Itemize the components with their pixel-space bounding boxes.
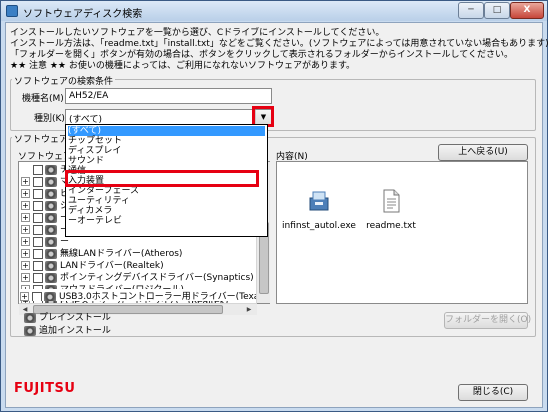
expand-icon[interactable]: + bbox=[21, 225, 30, 234]
search-group-label: ソフトウェアの検索条件 bbox=[12, 74, 116, 87]
model-label: 機種名(M) bbox=[22, 94, 64, 104]
intro-line-4: ★★ 注意 ★★ お使いの機種によっては、ご利用になれないソフトウェアがあります… bbox=[10, 61, 356, 71]
title-bar[interactable]: ソフトウェアディスク検索 ─ □ X bbox=[1, 1, 547, 21]
tree-item[interactable]: + 無線LANドライバー(Atheros) bbox=[21, 248, 182, 260]
up-button[interactable]: 上へ戻る(U) bbox=[438, 144, 528, 161]
dropdown-option[interactable]: ディスプレイ bbox=[68, 146, 121, 156]
checkbox-icon[interactable] bbox=[33, 200, 43, 211]
intro-line-3: 「フォルダーを開く」ボタンが有効の場合は、ボタンをクリックして表示されるフォルダ… bbox=[10, 50, 514, 60]
disc-icon bbox=[45, 188, 57, 199]
tree-item[interactable]: +ビ bbox=[21, 188, 69, 200]
checkbox-icon[interactable] bbox=[33, 212, 43, 223]
disc-icon bbox=[45, 272, 57, 283]
expand-icon[interactable]: + bbox=[21, 261, 30, 270]
expand-icon[interactable]: + bbox=[21, 177, 30, 186]
legend-additional: 追加インストール bbox=[24, 323, 111, 336]
dropdown-option[interactable]: ディカメラ bbox=[68, 206, 112, 216]
disc-icon bbox=[44, 291, 56, 301]
content-panel[interactable]: infinst_autol.exe readme.txt bbox=[276, 161, 528, 304]
file-item[interactable]: readme.txt bbox=[351, 188, 431, 231]
checkbox-icon[interactable] bbox=[33, 188, 43, 199]
disc-icon bbox=[45, 260, 57, 271]
dropdown-option[interactable]: ユーティリティ bbox=[68, 196, 130, 206]
close-window-button[interactable]: X bbox=[510, 2, 544, 19]
expand-icon[interactable]: + bbox=[21, 213, 30, 222]
tree-item[interactable]: +ー bbox=[21, 212, 69, 224]
tree-item[interactable]: + LANドライバー(Realtek) bbox=[21, 260, 164, 272]
legend-preinstall: プレインストール bbox=[24, 310, 111, 323]
expand-icon[interactable]: + bbox=[21, 189, 30, 198]
tree-item[interactable]: +ジ bbox=[21, 200, 69, 212]
dialog-body: インストールしたいソフトウェアを一覧から選び、Cドライブにインストールしてくださ… bbox=[5, 22, 548, 408]
checkbox-icon[interactable] bbox=[33, 272, 43, 283]
tree-item[interactable]: +マ bbox=[21, 176, 69, 188]
checkbox-icon[interactable] bbox=[33, 236, 43, 247]
disc-icon bbox=[24, 312, 36, 323]
checkbox-icon[interactable] bbox=[33, 164, 43, 175]
window-title: ソフトウェアディスク検索 bbox=[23, 9, 143, 20]
tree-item[interactable]: + ポインティングデバイスドライバー(Synaptics) bbox=[21, 272, 254, 284]
dropdown-option[interactable]: インターフェース bbox=[68, 186, 139, 196]
model-field[interactable]: AH52/EA bbox=[65, 88, 272, 104]
checkbox-icon[interactable] bbox=[32, 291, 42, 301]
maximize-button[interactable]: □ bbox=[484, 2, 510, 19]
dropdown-option[interactable]: チップセット bbox=[68, 136, 122, 146]
expand-icon[interactable]: + bbox=[21, 201, 30, 210]
intro-line-1: インストールしたいソフトウェアを一覧から選び、Cドライブにインストールしてくださ… bbox=[10, 28, 385, 38]
disc-icon bbox=[45, 236, 57, 247]
checkbox-icon[interactable] bbox=[33, 260, 43, 271]
disc-icon bbox=[45, 176, 57, 187]
close-button[interactable]: 閉じる(C) bbox=[458, 384, 528, 401]
tree-item[interactable]: +USB3.0ホストコントローラー用ドライバー(Texas Instrume bbox=[20, 289, 270, 301]
installer-icon bbox=[309, 191, 329, 211]
dropdown-option[interactable]: サウンド bbox=[68, 156, 104, 166]
expand-icon[interactable]: + bbox=[21, 237, 30, 246]
disc-icon bbox=[45, 248, 57, 259]
file-name: readme.txt bbox=[366, 221, 416, 231]
disc-icon bbox=[45, 224, 57, 235]
expand-icon[interactable]: + bbox=[21, 273, 30, 282]
file-item[interactable]: infinst_autol.exe bbox=[279, 188, 359, 231]
intro-line-2: インストール方法は、「readme.txt」「install.txt」などをご覧… bbox=[10, 39, 548, 49]
fujitsu-logo: FUJITSU bbox=[14, 381, 76, 396]
app-icon bbox=[6, 5, 18, 17]
category-select[interactable]: (すべて) ▼ bbox=[65, 109, 272, 125]
option-highlight-box bbox=[65, 170, 259, 187]
dropdown-option[interactable]: (すべて) bbox=[68, 126, 265, 136]
tree-item[interactable]: +ー bbox=[21, 224, 69, 236]
tree-item[interactable]: +ー bbox=[21, 236, 69, 248]
dropdown-option[interactable]: ーオーテレビ bbox=[68, 216, 122, 226]
disc-icon bbox=[45, 200, 57, 211]
file-name: infinst_autol.exe bbox=[282, 221, 356, 231]
checkbox-icon[interactable] bbox=[33, 224, 43, 235]
expand-icon[interactable]: + bbox=[20, 292, 29, 301]
main-window: ソフトウェアディスク検索 ─ □ X インストールしたいソフトウェアを一覧から選… bbox=[0, 0, 548, 412]
category-label: 種別(K) bbox=[34, 114, 65, 124]
tree-item[interactable]: チ bbox=[21, 164, 69, 176]
disc-icon bbox=[45, 212, 57, 223]
checkbox-icon[interactable] bbox=[33, 248, 43, 259]
minimize-button[interactable]: ─ bbox=[458, 2, 484, 19]
open-folder-button[interactable]: フォルダーを開く(O) bbox=[444, 312, 531, 329]
model-value: AH52/EA bbox=[69, 91, 109, 101]
checkbox-icon[interactable] bbox=[33, 176, 43, 187]
disc-icon bbox=[24, 325, 36, 336]
expand-icon[interactable]: + bbox=[21, 249, 30, 258]
disc-icon bbox=[45, 164, 57, 175]
text-file-icon bbox=[383, 189, 400, 213]
